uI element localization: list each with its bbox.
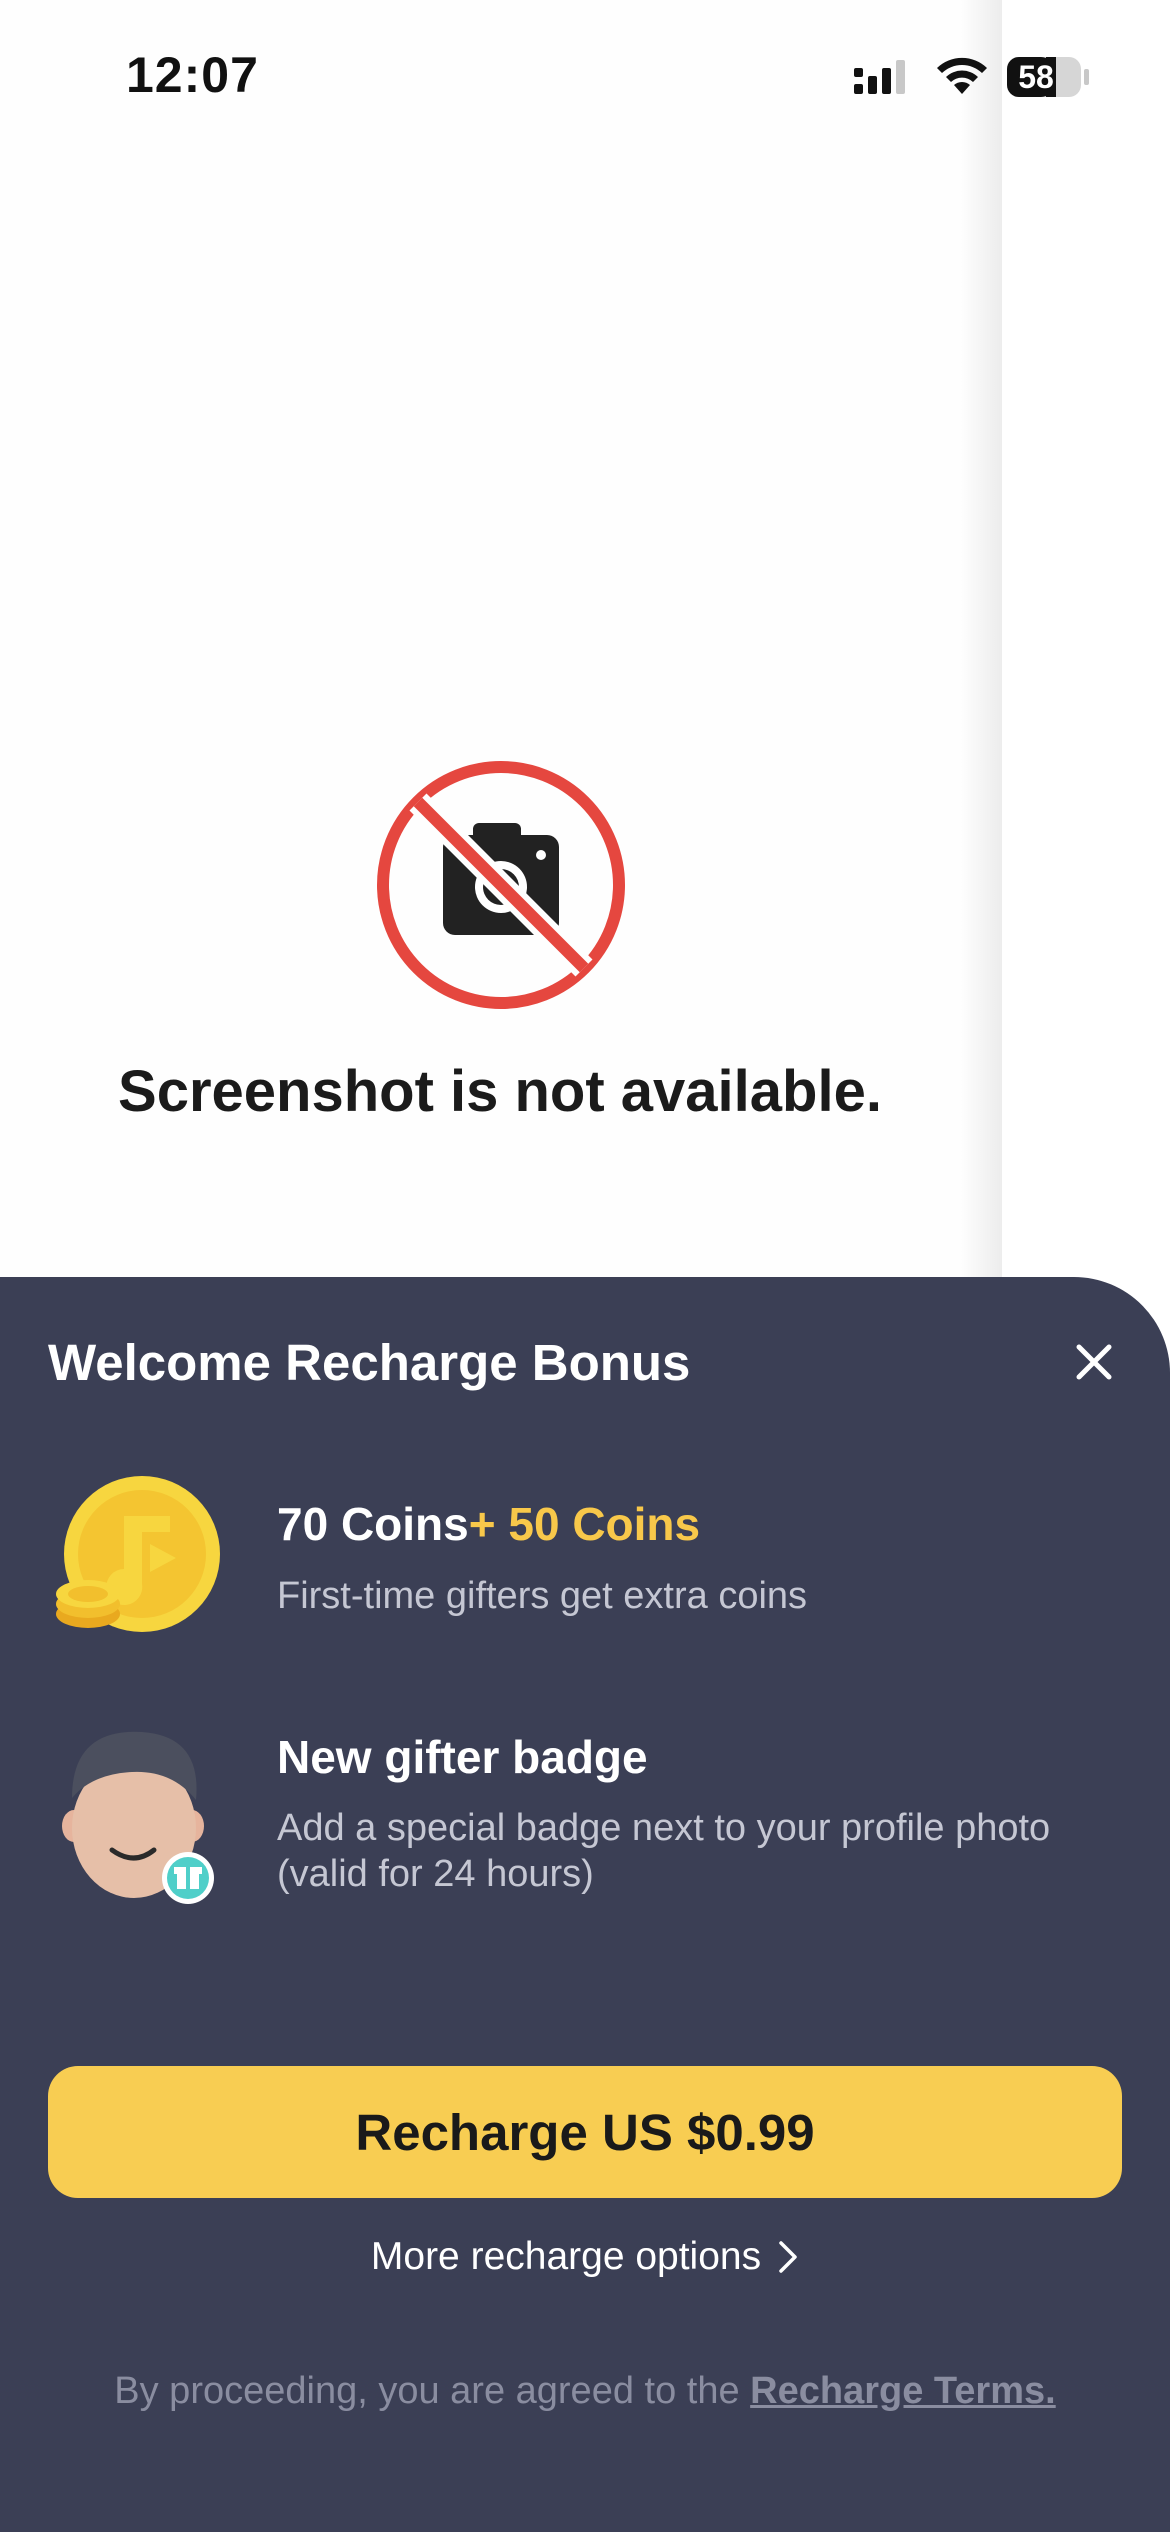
coin-icon — [56, 1476, 220, 1632]
status-bar: 12:07 58 — [0, 0, 1170, 150]
no-camera-icon — [377, 761, 625, 1009]
more-recharge-options-label: More recharge options — [370, 2235, 762, 2278]
gifter-badge-subtitle-line1: Add a special badge next to your profile… — [277, 1807, 1051, 1849]
screenshot-unavailable-message: Screenshot is not available. — [118, 1059, 882, 1124]
wifi-icon — [937, 57, 987, 94]
avatar-badge-icon — [62, 1731, 214, 1904]
recharge-button[interactable]: Recharge US $0.99 — [48, 2066, 1122, 2198]
terms-notice: By proceeding, you are agreed to the Rec… — [0, 2370, 1170, 2413]
more-recharge-options-link[interactable]: More recharge options — [0, 2235, 1170, 2279]
signal-icon — [854, 60, 905, 94]
status-time: 12:07 — [126, 47, 259, 103]
coins-base-label: 70 Coins — [277, 1498, 469, 1550]
coins-bonus-title: 70 Coins+ 50 Coins — [277, 1497, 700, 1551]
coins-bonus-label: + 50 Coins — [468, 1498, 701, 1550]
gifter-badge-subtitle-line2: (valid for 24 hours) — [277, 1853, 594, 1895]
close-button[interactable] — [1068, 1336, 1120, 1388]
terms-prefix: By proceeding, you are agreed to the — [114, 2370, 751, 2412]
close-icon — [1076, 1344, 1112, 1380]
coins-bonus-subtitle: First-time gifters get extra coins — [277, 1575, 808, 1617]
battery-level: 58 — [1018, 59, 1054, 95]
gifter-badge-subtitle: Add a special badge next to your profile… — [277, 1805, 1137, 1897]
gifter-badge-title: New gifter badge — [277, 1731, 648, 1783]
recharge-terms-link[interactable]: Recharge Terms. — [750, 2370, 1056, 2412]
sheet-title: Welcome Recharge Bonus — [48, 1334, 691, 1391]
chevron-right-icon — [779, 2241, 797, 2273]
